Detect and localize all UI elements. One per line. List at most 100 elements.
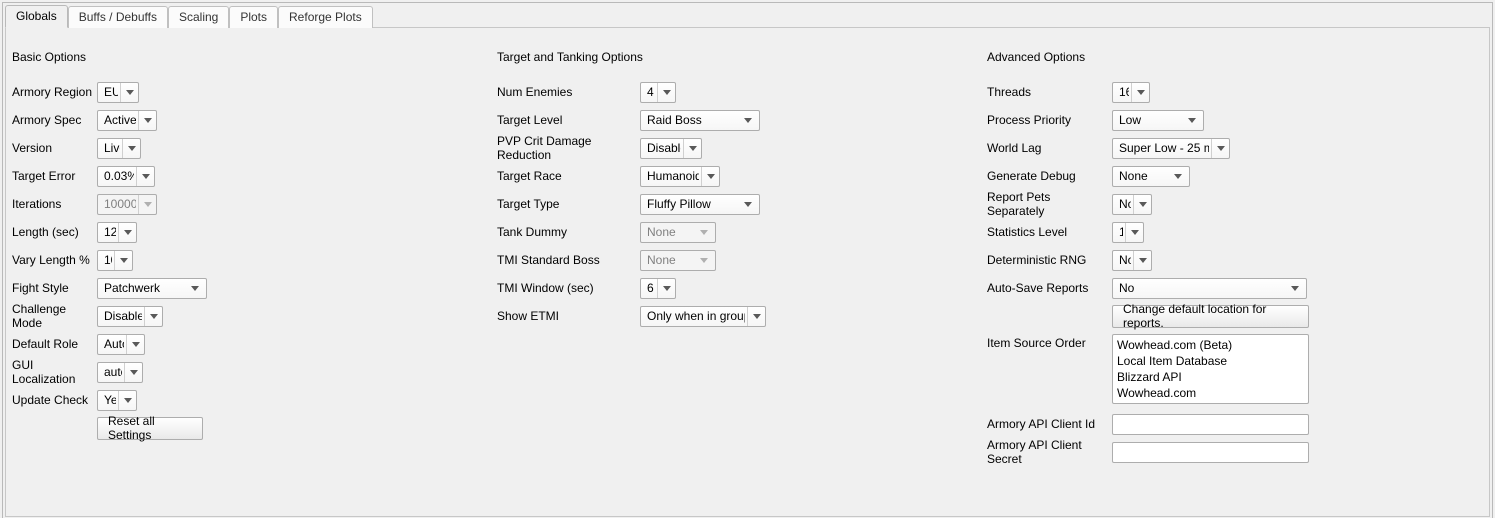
stats-level-combo[interactable]: 1	[1112, 222, 1144, 243]
target-level-label: Target Level	[497, 113, 640, 127]
chevron-down-icon	[138, 195, 152, 214]
tmi-boss-label: TMI Standard Boss	[497, 253, 640, 267]
num-enemies-combo[interactable]: 4	[640, 82, 676, 103]
update-check-combo[interactable]: Yes	[97, 390, 137, 411]
tab-reforge-plots[interactable]: Reforge Plots	[278, 6, 373, 28]
gui-localization-combo[interactable]: auto	[97, 362, 143, 383]
process-priority-label: Process Priority	[987, 113, 1112, 127]
length-label: Length (sec)	[12, 225, 97, 239]
target-race-label: Target Race	[497, 169, 640, 183]
update-check-label: Update Check	[12, 393, 97, 407]
chevron-down-icon	[118, 223, 132, 242]
chevron-down-icon	[747, 307, 761, 326]
chevron-down-icon	[1288, 286, 1302, 291]
chevron-down-icon	[136, 167, 150, 186]
target-race-combo[interactable]: Humanoid	[640, 166, 720, 187]
chevron-down-icon	[120, 83, 134, 102]
item-source-order-label: Item Source Order	[987, 334, 1112, 350]
version-combo[interactable]: Live	[97, 138, 141, 159]
auto-save-combo[interactable]: No	[1112, 278, 1307, 299]
stats-level-label: Statistics Level	[987, 225, 1112, 239]
tab-plots[interactable]: Plots	[229, 6, 278, 28]
item-source-order-list[interactable]: Wowhead.com (Beta)Local Item DatabaseBli…	[1112, 334, 1309, 404]
show-etmi-label: Show ETMI	[497, 309, 640, 323]
target-level-combo[interactable]: Raid Boss	[640, 110, 760, 131]
tmi-window-label: TMI Window (sec)	[497, 281, 640, 295]
tab-globals[interactable]: Globals	[5, 5, 68, 28]
vary-length-combo[interactable]: 10	[97, 250, 133, 271]
threads-combo[interactable]: 16	[1112, 82, 1150, 103]
chevron-down-icon	[683, 139, 697, 158]
chevron-down-icon	[1185, 118, 1199, 123]
armory-spec-label: Armory Spec	[12, 113, 97, 127]
change-default-location-button[interactable]: Change default location for reports.	[1112, 305, 1309, 328]
chevron-down-icon	[118, 391, 132, 410]
chevron-down-icon	[1133, 195, 1147, 214]
basic-options-group: Basic Options Armory Region EU Armory Sp…	[12, 50, 497, 466]
show-etmi-combo[interactable]: Only when in group	[640, 306, 766, 327]
list-item[interactable]: Wowhead.com	[1117, 385, 1304, 401]
basic-options-title: Basic Options	[12, 50, 497, 64]
chevron-down-icon	[697, 230, 711, 235]
tab-buffs-debuffs[interactable]: Buffs / Debuffs	[68, 6, 168, 28]
chevron-down-icon	[144, 307, 158, 326]
vary-length-label: Vary Length %	[12, 253, 97, 267]
deterministic-rng-combo[interactable]: No	[1112, 250, 1152, 271]
advanced-options-group: Advanced Options Threads 16 Process Prio…	[987, 50, 1477, 466]
process-priority-combo[interactable]: Low	[1112, 110, 1204, 131]
tab-scaling[interactable]: Scaling	[168, 6, 229, 28]
auto-save-label: Auto-Save Reports	[987, 281, 1112, 295]
list-item[interactable]: Blizzard API	[1117, 369, 1304, 385]
version-label: Version	[12, 141, 97, 155]
challenge-mode-label: Challenge Mode	[12, 302, 97, 330]
chevron-down-icon	[697, 258, 711, 263]
num-enemies-label: Num Enemies	[497, 85, 640, 99]
chevron-down-icon	[126, 335, 140, 354]
report-pets-combo[interactable]: No	[1112, 194, 1152, 215]
chevron-down-icon	[122, 139, 136, 158]
generate-debug-combo[interactable]: None	[1112, 166, 1190, 187]
reset-all-settings-button[interactable]: Reset all Settings	[97, 417, 203, 440]
chevron-down-icon	[1171, 174, 1185, 179]
chevron-down-icon	[124, 363, 138, 382]
target-type-label: Target Type	[497, 197, 640, 211]
world-lag-label: World Lag	[987, 141, 1112, 155]
chevron-down-icon	[741, 118, 755, 123]
chevron-down-icon	[1133, 251, 1147, 270]
fight-style-combo[interactable]: Patchwerk	[97, 278, 207, 299]
tmi-boss-combo: None	[640, 250, 716, 271]
target-type-combo[interactable]: Fluffy Pillow	[640, 194, 760, 215]
iterations-combo: 10000	[97, 194, 157, 215]
chevron-down-icon	[741, 202, 755, 207]
fight-style-label: Fight Style	[12, 281, 97, 295]
threads-label: Threads	[987, 85, 1112, 99]
tank-dummy-combo: None	[640, 222, 716, 243]
chevron-down-icon	[1131, 83, 1145, 102]
list-item[interactable]: Local Item Database	[1117, 353, 1304, 369]
generate-debug-label: Generate Debug	[987, 169, 1112, 183]
armory-region-label: Armory Region	[12, 85, 97, 99]
api-client-secret-input[interactable]	[1112, 442, 1309, 463]
chevron-down-icon	[138, 111, 152, 130]
chevron-down-icon	[1125, 223, 1139, 242]
length-combo[interactable]: 120	[97, 222, 137, 243]
armory-region-combo[interactable]: EU	[97, 82, 139, 103]
report-pets-label: Report Pets Separately	[987, 190, 1112, 218]
globals-panel: Basic Options Armory Region EU Armory Sp…	[5, 27, 1490, 517]
deterministic-rng-label: Deterministic RNG	[987, 253, 1112, 267]
advanced-options-title: Advanced Options	[987, 50, 1477, 64]
list-item[interactable]: Wowhead.com (Beta)	[1117, 337, 1304, 353]
api-client-id-label: Armory API Client Id	[987, 417, 1112, 431]
chevron-down-icon	[114, 251, 128, 270]
gui-localization-label: GUI Localization	[12, 358, 97, 386]
chevron-down-icon	[701, 167, 715, 186]
target-error-combo[interactable]: 0.03%	[97, 166, 155, 187]
target-error-label: Target Error	[12, 169, 97, 183]
world-lag-combo[interactable]: Super Low - 25 ms	[1112, 138, 1230, 159]
api-client-id-input[interactable]	[1112, 414, 1309, 435]
pvp-crit-combo[interactable]: Disable	[640, 138, 702, 159]
armory-spec-combo[interactable]: Active	[97, 110, 157, 131]
default-role-combo[interactable]: Auto	[97, 334, 145, 355]
tmi-window-combo[interactable]: 6	[640, 278, 676, 299]
challenge-mode-combo[interactable]: Disabled	[97, 306, 163, 327]
